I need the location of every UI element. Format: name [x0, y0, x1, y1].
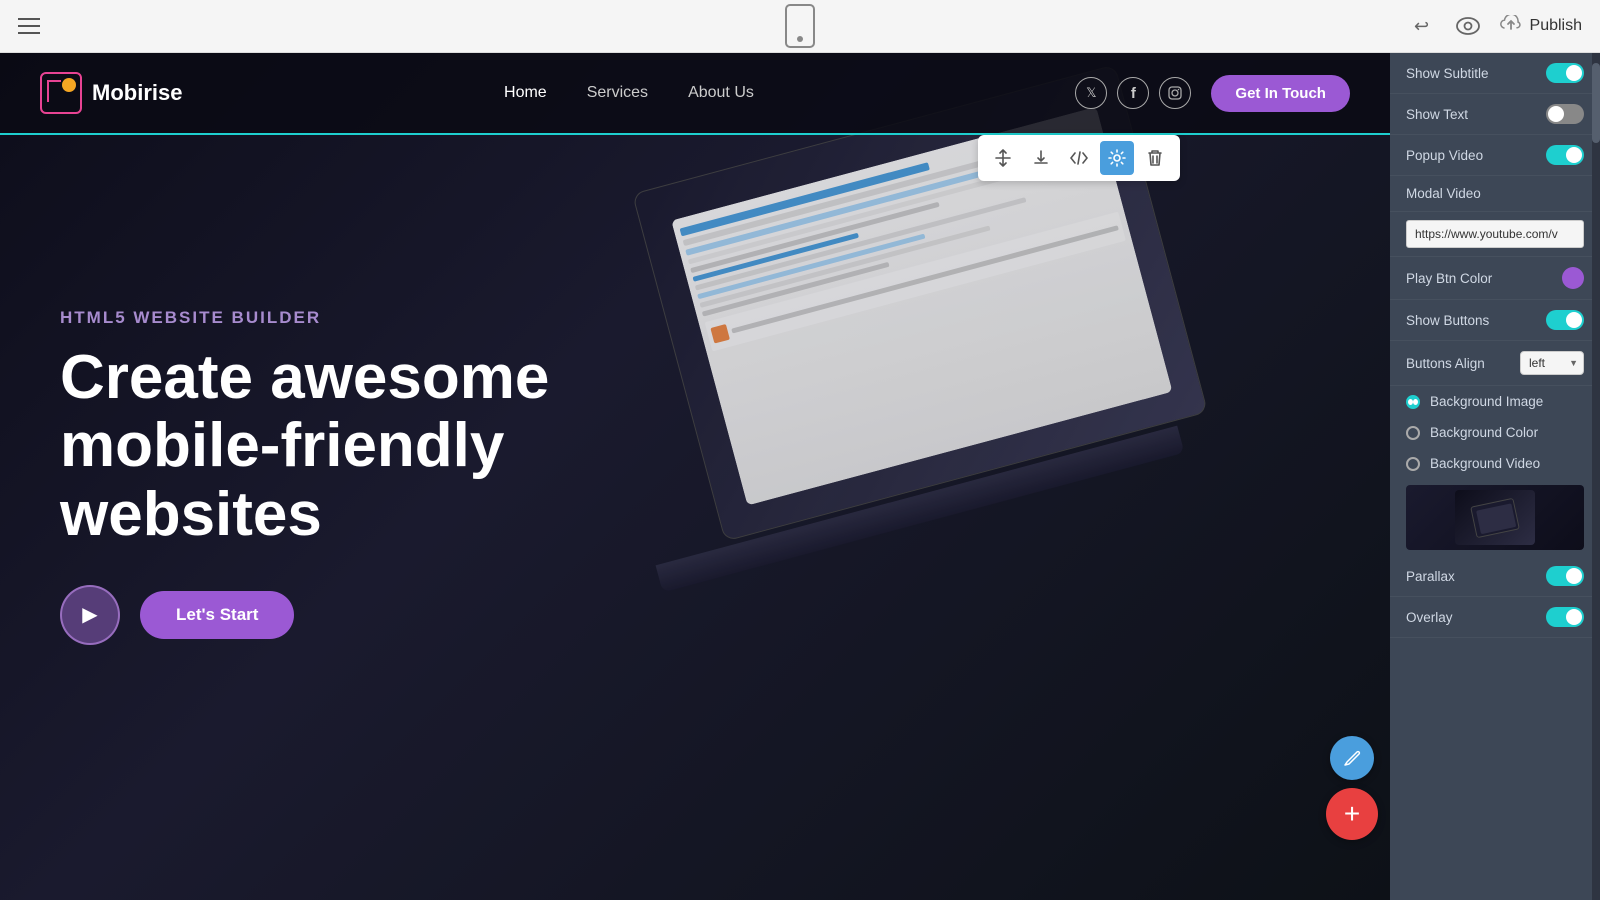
nav-brand: Mobirise [40, 72, 182, 114]
hero-content: HTML5 WEBSITE BUILDER Create awesome mob… [60, 308, 710, 645]
nav-link-home[interactable]: Home [504, 84, 547, 102]
show-text-toggle[interactable] [1546, 104, 1584, 124]
toolbar-left [18, 18, 40, 34]
section-toolbar [978, 135, 1180, 181]
preview-icon[interactable] [1454, 12, 1482, 40]
show-text-label: Show Text [1406, 107, 1546, 122]
settings-buttons-align: Buttons Align left center right [1390, 341, 1600, 386]
buttons-align-dropdown[interactable]: left center right [1520, 351, 1584, 375]
hero-buttons: ▶ Let's Start [60, 585, 710, 645]
scrollbar-thumb[interactable] [1592, 63, 1600, 143]
modal-video-input[interactable] [1406, 220, 1584, 248]
bg-image-label: Background Image [1430, 394, 1543, 409]
fab-edit-button[interactable] [1330, 736, 1374, 780]
bg-color-label: Background Color [1430, 425, 1538, 440]
publish-button[interactable]: Publish [1500, 15, 1582, 38]
hero-section: HTML5 WEBSITE BUILDER Create awesome mob… [0, 53, 1390, 900]
fab-add-button[interactable]: + [1326, 788, 1378, 840]
settings-bg-video[interactable]: Background Video [1390, 448, 1600, 479]
settings-scrollbar[interactable] [1592, 53, 1600, 900]
settings-show-buttons: Show Buttons [1390, 300, 1600, 341]
play-btn-color-label: Play Btn Color [1406, 271, 1562, 286]
show-buttons-toggle[interactable] [1546, 310, 1584, 330]
nav-right: 𝕏 f Get In Touch [1075, 75, 1350, 112]
brand-logo [40, 72, 82, 114]
bg-video-label: Background Video [1430, 456, 1540, 471]
facebook-icon[interactable]: f [1117, 77, 1149, 109]
buttons-align-label: Buttons Align [1406, 356, 1520, 371]
publish-label: Publish [1530, 17, 1582, 35]
settings-show-subtitle: Show Subtitle [1390, 53, 1600, 94]
show-subtitle-toggle[interactable] [1546, 63, 1584, 83]
settings-popup-video: Popup Video [1390, 135, 1600, 176]
settings-bg-color[interactable]: Background Color [1390, 417, 1600, 448]
buttons-align-dropdown-wrapper: left center right [1520, 351, 1584, 375]
toolbar-center [785, 4, 815, 48]
play-icon: ▶ [82, 602, 97, 627]
bg-video-radio[interactable] [1406, 457, 1420, 471]
publish-cloud-icon [1500, 15, 1522, 38]
hero-title: Create awesome mobile-friendly websites [60, 344, 710, 549]
mobile-preview-icon[interactable] [785, 4, 815, 48]
get-in-touch-button[interactable]: Get In Touch [1211, 75, 1350, 112]
settings-panel: Show Subtitle Show Text Popup Video Moda… [1390, 53, 1600, 900]
nav-link-about[interactable]: About Us [688, 84, 754, 102]
show-buttons-label: Show Buttons [1406, 313, 1546, 328]
section-move-button[interactable] [986, 141, 1020, 175]
main-area: Mobirise Home Services About Us 𝕏 f [0, 53, 1600, 900]
top-toolbar: ↩ Publish [0, 0, 1600, 53]
toolbar-right: ↩ Publish [1408, 12, 1582, 40]
settings-play-btn-color: Play Btn Color [1390, 257, 1600, 300]
settings-modal-video-label-row: Modal Video [1390, 176, 1600, 212]
settings-show-text: Show Text [1390, 94, 1600, 135]
section-download-button[interactable] [1024, 141, 1058, 175]
hamburger-menu-button[interactable] [18, 18, 40, 34]
undo-icon[interactable]: ↩ [1408, 12, 1436, 40]
preview-area: Mobirise Home Services About Us 𝕏 f [0, 53, 1390, 900]
bg-image-radio[interactable] [1406, 395, 1420, 409]
nav-social: 𝕏 f [1075, 77, 1191, 109]
overlay-toggle[interactable] [1546, 607, 1584, 627]
settings-parallax: Parallax [1390, 556, 1600, 597]
hero-title-line2: mobile-friendly websites [60, 411, 504, 548]
section-delete-button[interactable] [1138, 141, 1172, 175]
fab-add-icon: + [1344, 800, 1360, 828]
hero-subtitle: HTML5 WEBSITE BUILDER [60, 308, 710, 328]
preview-nav: Mobirise Home Services About Us 𝕏 f [0, 53, 1390, 135]
popup-video-label: Popup Video [1406, 148, 1546, 163]
settings-modal-video-input-row [1390, 212, 1600, 257]
brand-name: Mobirise [92, 80, 182, 106]
bg-color-radio[interactable] [1406, 426, 1420, 440]
brand-logo-sun [62, 78, 76, 92]
nav-links: Home Services About Us [504, 84, 754, 102]
settings-bg-image[interactable]: Background Image [1390, 386, 1600, 417]
bg-thumb-laptop [1470, 497, 1520, 537]
overlay-label: Overlay [1406, 610, 1546, 625]
bg-thumbnail-preview [1455, 490, 1535, 545]
instagram-icon[interactable] [1159, 77, 1191, 109]
play-btn-color-swatch[interactable] [1562, 267, 1584, 289]
settings-overlay: Overlay [1390, 597, 1600, 638]
play-button[interactable]: ▶ [60, 585, 120, 645]
modal-video-label: Modal Video [1406, 186, 1584, 201]
nav-link-services[interactable]: Services [587, 84, 648, 102]
show-subtitle-label: Show Subtitle [1406, 66, 1546, 81]
bg-thumbnail [1406, 485, 1584, 550]
popup-video-toggle[interactable] [1546, 145, 1584, 165]
lets-start-button[interactable]: Let's Start [140, 591, 294, 639]
section-code-button[interactable] [1062, 141, 1096, 175]
section-settings-button[interactable] [1100, 141, 1134, 175]
twitter-icon[interactable]: 𝕏 [1075, 77, 1107, 109]
parallax-label: Parallax [1406, 569, 1546, 584]
parallax-toggle[interactable] [1546, 566, 1584, 586]
hero-title-line1: Create awesome [60, 343, 549, 412]
